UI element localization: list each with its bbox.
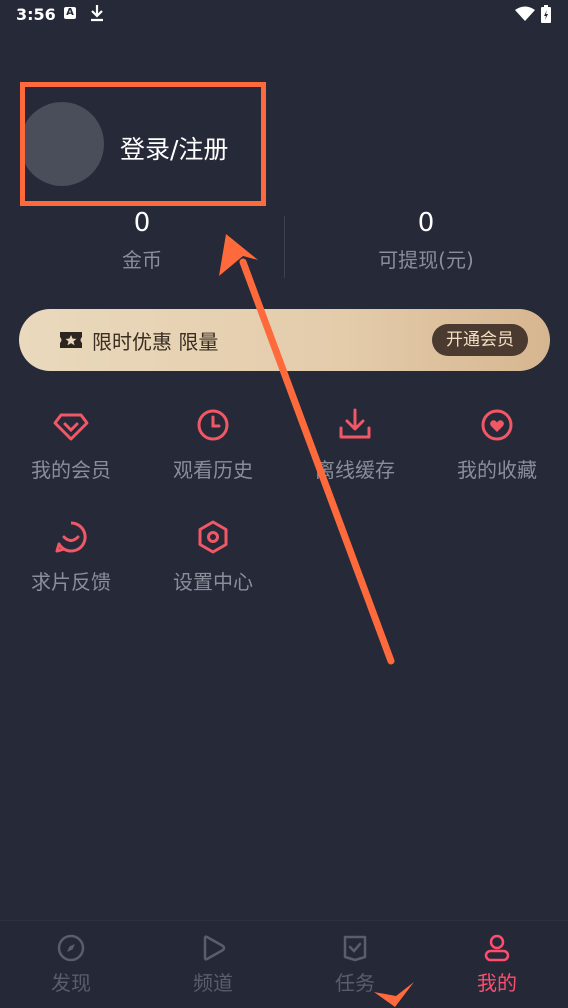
withdrawable-label: 可提现(元): [378, 248, 474, 272]
avatar[interactable]: [20, 102, 104, 186]
coins-stat[interactable]: 0 金币: [42, 208, 242, 273]
status-time: 3:56: [16, 5, 56, 24]
grid-label-membership: 我的会员: [31, 458, 111, 482]
login-register-link[interactable]: 登录/注册: [120, 130, 228, 166]
grid-item-offline-cache[interactable]: 离线缓存: [284, 406, 426, 506]
tab-channel[interactable]: 频道: [142, 933, 284, 996]
grid-item-membership[interactable]: 我的会员: [0, 406, 142, 506]
withdrawable-stat[interactable]: 0 可提现(元): [326, 208, 526, 273]
heart-icon: [481, 409, 513, 441]
ticket-star-icon: [60, 332, 82, 348]
grid-label-history: 观看历史: [173, 458, 253, 482]
grid-label-offline-cache: 离线缓存: [315, 458, 395, 482]
bottom-tab-bar: 发现 频道 任务 我的: [0, 920, 568, 1008]
grid-label-feedback: 求片反馈: [31, 570, 111, 594]
open-vip-button[interactable]: 开通会员: [432, 324, 528, 356]
tab-label-channel: 频道: [193, 971, 233, 995]
grid-item-history[interactable]: 观看历史: [142, 406, 284, 506]
withdrawable-value: 0: [417, 208, 435, 238]
download-icon: [339, 408, 371, 439]
hexagon-settings-icon: [198, 520, 228, 554]
grid-label-settings: 设置中心: [173, 570, 253, 594]
wifi-icon: [515, 6, 535, 21]
coins-label: 金币: [122, 248, 162, 272]
wallet-stats: 0 金币 0 可提现(元): [0, 208, 568, 280]
compass-icon: [57, 934, 85, 962]
diamond-icon: [53, 413, 89, 441]
tab-label-task: 任务: [335, 971, 375, 995]
grid-label-favorites: 我的收藏: [457, 458, 537, 482]
tab-label-mine: 我的: [477, 971, 517, 995]
notification-a-icon: A: [64, 7, 76, 19]
stats-divider: [284, 216, 285, 278]
vip-promo-text: 限时优惠 限量: [92, 330, 219, 354]
login-profile-area[interactable]: 登录/注册: [20, 82, 266, 206]
grid-item-feedback[interactable]: 求片反馈: [0, 518, 142, 618]
coins-value: 0: [133, 208, 151, 238]
play-icon: [203, 935, 226, 961]
tab-task[interactable]: 任务: [284, 933, 426, 996]
download-notification-icon: [91, 5, 103, 22]
tab-label-discover: 发现: [51, 971, 91, 995]
task-icon: [343, 935, 367, 962]
tab-mine[interactable]: 我的: [426, 933, 568, 996]
battery-icon: [541, 5, 551, 23]
tab-discover[interactable]: 发现: [0, 933, 142, 996]
status-bar: 3:56 A: [0, 0, 568, 30]
chat-smile-icon: [55, 521, 87, 553]
clock-icon: [197, 409, 229, 441]
grid-item-settings[interactable]: 设置中心: [142, 518, 284, 618]
vip-promo-banner[interactable]: 限时优惠 限量 开通会员: [19, 309, 550, 371]
grid-item-favorites[interactable]: 我的收藏: [426, 406, 568, 506]
user-icon: [484, 934, 510, 962]
